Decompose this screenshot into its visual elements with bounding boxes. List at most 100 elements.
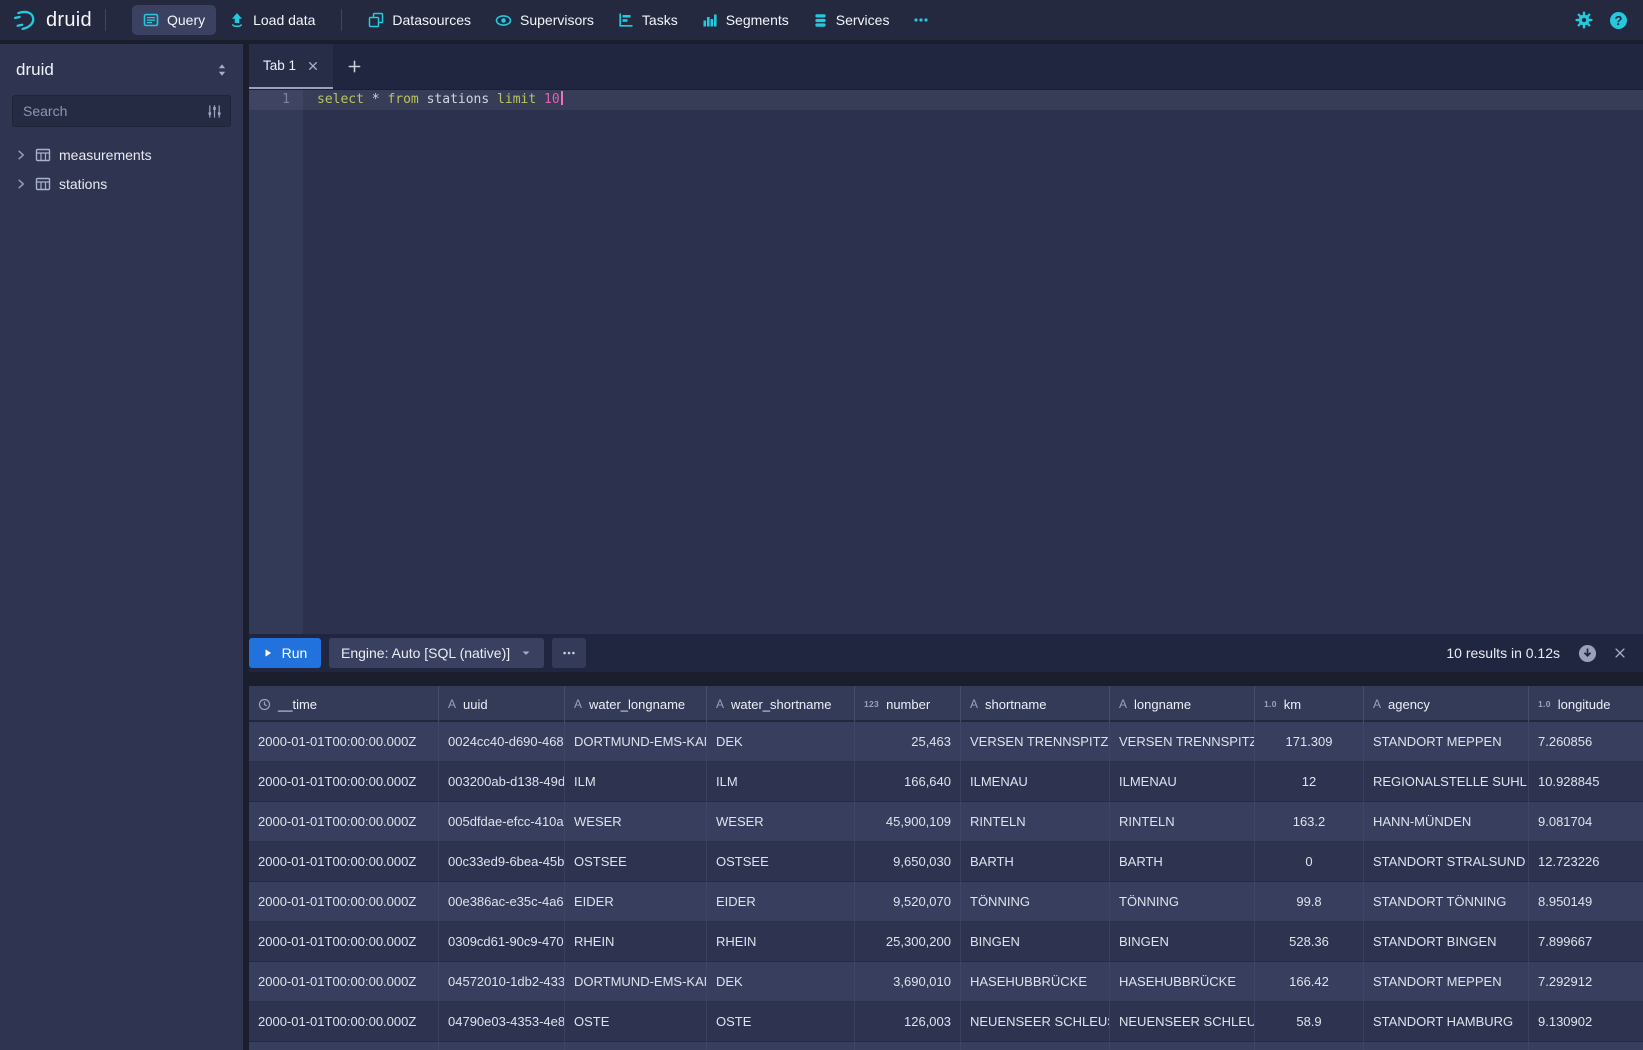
cell-shortname[interactable]: VERSEN TRENNSPITZE [961, 722, 1110, 762]
tab-tab1[interactable]: Tab 1 [249, 44, 333, 89]
cell-uuid[interactable]: 04790e03-4353-4e80-be [439, 1002, 565, 1042]
cell-__time[interactable]: 2000-01-01T00:00:00.000Z [249, 922, 439, 962]
column-header-km[interactable]: 1.0km [1255, 686, 1364, 722]
cell-longname[interactable]: HASEHUBBRÜCKE [1110, 962, 1255, 1002]
cell-longitude[interactable]: 12.723226 [1529, 842, 1643, 882]
cell-water_shortname[interactable]: WESER [707, 802, 855, 842]
cell-longname[interactable]: BARTH [1110, 842, 1255, 882]
cell-agency[interactable]: STANDORT MEPPEN [1364, 962, 1529, 1002]
column-header-shortname[interactable]: Ashortname [961, 686, 1110, 722]
cell-uuid[interactable]: 00c33ed9-6bea-45b4-87 [439, 842, 565, 882]
cell-longitude[interactable]: 9.130902 [1529, 1002, 1643, 1042]
cell-__time[interactable]: 2000-01-01T00:00:00.000Z [249, 722, 439, 762]
cell-number[interactable]: 25,300,200 [855, 922, 961, 962]
cell-uuid[interactable]: 005dfdae-efcc-410a-bf1 [439, 802, 565, 842]
cell-water_longname[interactable]: RHEIN [565, 922, 707, 962]
cell-number[interactable] [855, 1042, 961, 1050]
cell-__time[interactable]: 2000-01-01T00:00:00.000Z [249, 1002, 439, 1042]
cell-agency[interactable]: STANDORT BINGEN [1364, 922, 1529, 962]
cell-km[interactable] [1255, 1042, 1364, 1050]
nav-services[interactable]: Services [802, 5, 901, 35]
cell-water_shortname[interactable]: OSTSEE [707, 842, 855, 882]
nav-more[interactable] [902, 5, 940, 35]
cell-water_shortname[interactable]: DEK [707, 962, 855, 1002]
column-header-agency[interactable]: Aagency [1364, 686, 1529, 722]
filter-sliders-icon[interactable] [207, 104, 222, 119]
engine-select-button[interactable]: Engine: Auto [SQL (native)] [329, 638, 544, 668]
column-header-number[interactable]: 123number [855, 686, 961, 722]
cell-longname[interactable]: BINGEN [1110, 922, 1255, 962]
cell-number[interactable]: 45,900,109 [855, 802, 961, 842]
column-header-water_shortname[interactable]: Awater_shortname [707, 686, 855, 722]
cell-water_longname[interactable]: DORTMUND-EMS-KANAL [565, 722, 707, 762]
cell-longname[interactable]: VERSEN TRENNSPITZE [1110, 722, 1255, 762]
cell-number[interactable]: 3,690,010 [855, 962, 961, 1002]
cell-longitude[interactable]: 7.260856 [1529, 722, 1643, 762]
cell-uuid[interactable]: 0024cc40-d690-468d-84 [439, 722, 565, 762]
cell-water_longname[interactable]: EIDER [565, 882, 707, 922]
cell-uuid[interactable]: 00e386ac-e35c-4a6e-80 [439, 882, 565, 922]
cell-water_longname[interactable]: WESER [565, 802, 707, 842]
cell-shortname[interactable]: TÖNNING [961, 882, 1110, 922]
cell-water_longname[interactable] [565, 1042, 707, 1050]
nav-tasks[interactable]: Tasks [607, 5, 689, 35]
cell-number[interactable]: 126,003 [855, 1002, 961, 1042]
cell-shortname[interactable]: BINGEN [961, 922, 1110, 962]
cell-uuid[interactable]: 0309cd61-90c9-470e-99 [439, 922, 565, 962]
cell-longitude[interactable]: 7.292912 [1529, 962, 1643, 1002]
tree-item-measurements[interactable]: measurements [12, 140, 231, 169]
cell-water_longname[interactable]: ILM [565, 762, 707, 802]
cell-water_shortname[interactable]: EIDER [707, 882, 855, 922]
cell-water_longname[interactable]: DORTMUND-EMS-KANAL [565, 962, 707, 1002]
cell-agency[interactable]: STANDORT MEPPEN [1364, 722, 1529, 762]
search-input[interactable] [21, 102, 201, 120]
tree-item-stations[interactable]: stations [12, 169, 231, 198]
cell-longitude[interactable]: 9.081704 [1529, 802, 1643, 842]
column-header-water_longname[interactable]: Awater_longname [565, 686, 707, 722]
cell-water_longname[interactable]: OSTE [565, 1002, 707, 1042]
cell-number[interactable]: 9,650,030 [855, 842, 961, 882]
nav-segments[interactable]: Segments [691, 5, 800, 35]
cell-km[interactable]: 58.9 [1255, 1002, 1364, 1042]
cell-longname[interactable]: TÖNNING [1110, 882, 1255, 922]
cell-km[interactable]: 0 [1255, 842, 1364, 882]
cell-km[interactable]: 99.8 [1255, 882, 1364, 922]
sql-editor[interactable]: 1 select * from stations limit 10 [249, 90, 1643, 634]
cell-number[interactable]: 166,640 [855, 762, 961, 802]
cell-longitude[interactable]: 10.928845 [1529, 762, 1643, 802]
cell-uuid[interactable] [439, 1042, 565, 1050]
cell-number[interactable]: 25,463 [855, 722, 961, 762]
add-tab-icon[interactable] [333, 44, 375, 89]
cell-longname[interactable]: ILMENAU [1110, 762, 1255, 802]
double-caret-vertical-icon[interactable] [215, 63, 229, 77]
cell-shortname[interactable] [961, 1042, 1110, 1050]
download-results-icon[interactable] [1578, 644, 1597, 663]
cell-__time[interactable]: 2000-01-01T00:00:00.000Z [249, 962, 439, 1002]
cell-__time[interactable]: 2000-01-01T00:00:00.000Z [249, 762, 439, 802]
nav-supervisors[interactable]: Supervisors [484, 5, 605, 35]
cell-water_longname[interactable]: OSTSEE [565, 842, 707, 882]
cell-km[interactable]: 528.36 [1255, 922, 1364, 962]
cell-agency[interactable]: STANDORT TÖNNING [1364, 882, 1529, 922]
tab-close-icon[interactable] [307, 60, 319, 72]
run-button[interactable]: Run [249, 638, 321, 668]
cell-uuid[interactable]: 04572010-1db2-4338-85 [439, 962, 565, 1002]
cell-agency[interactable]: STANDORT HAMBURG [1364, 1002, 1529, 1042]
cell-shortname[interactable]: BARTH [961, 842, 1110, 882]
cell-km[interactable]: 171.309 [1255, 722, 1364, 762]
cell-__time[interactable]: 2000-01-01T00:00:00.000Z [249, 802, 439, 842]
cell-km[interactable]: 166.42 [1255, 962, 1364, 1002]
cell-agency[interactable] [1364, 1042, 1529, 1050]
cell-km[interactable]: 163.2 [1255, 802, 1364, 842]
nav-datasources[interactable]: Datasources [357, 5, 482, 35]
cell-agency[interactable]: HANN-MÜNDEN [1364, 802, 1529, 842]
nav-query[interactable]: Query [132, 5, 216, 35]
cell-km[interactable]: 12 [1255, 762, 1364, 802]
cell-water_shortname[interactable]: DEK [707, 722, 855, 762]
cell-water_shortname[interactable]: RHEIN [707, 922, 855, 962]
settings-gear-icon[interactable] [1575, 11, 1593, 29]
cell-water_shortname[interactable] [707, 1042, 855, 1050]
cell-longname[interactable]: RINTELN [1110, 802, 1255, 842]
druid-logo[interactable]: druid [12, 7, 92, 33]
cell-agency[interactable]: STANDORT STRALSUND [1364, 842, 1529, 882]
